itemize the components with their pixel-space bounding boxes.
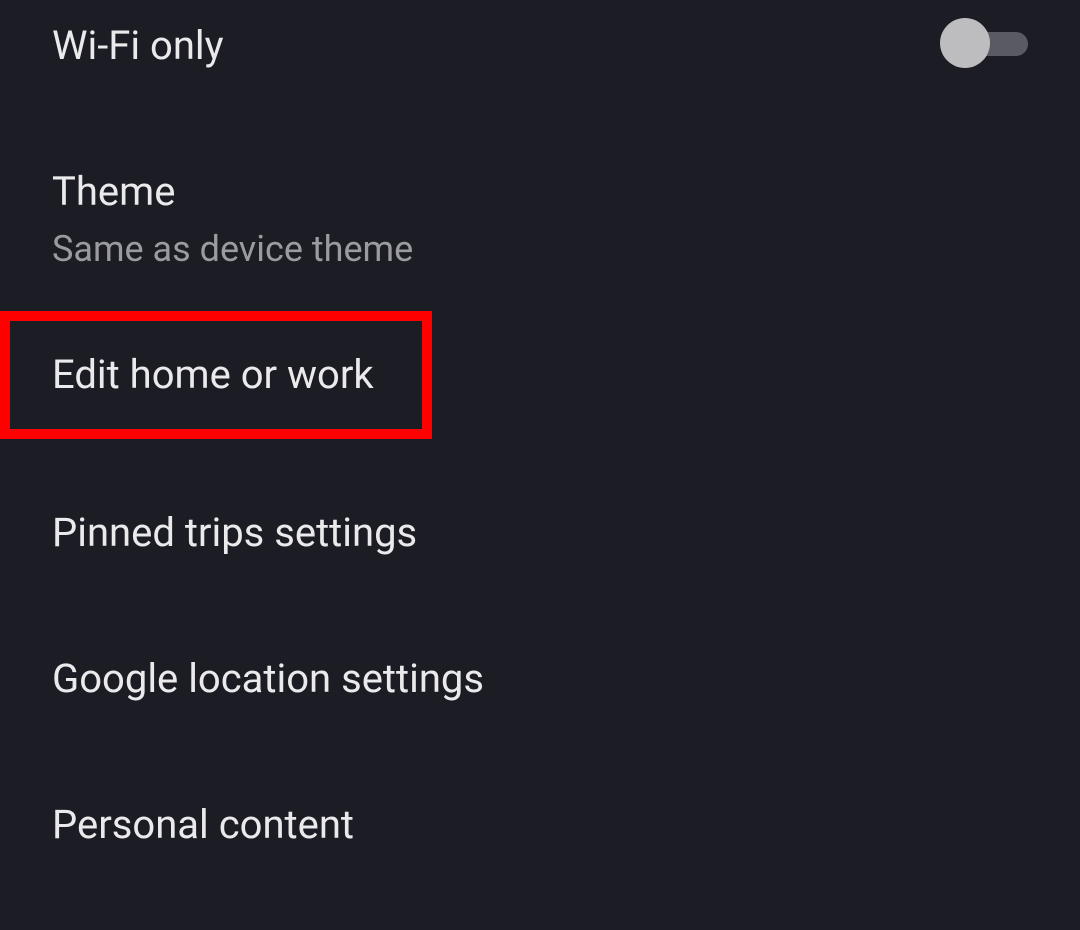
setting-wifi-only[interactable]: Wi-Fi only	[0, 0, 1080, 110]
highlight-annotation: Edit home or work	[0, 311, 432, 439]
theme-label: Theme	[52, 168, 175, 216]
google-location-label: Google location settings	[52, 655, 484, 703]
setting-edit-home-work[interactable]: Edit home or work	[0, 311, 1080, 439]
personal-content-label: Personal content	[52, 801, 354, 849]
setting-theme[interactable]: Theme Same as device theme	[0, 110, 1080, 311]
toggle-knob	[940, 18, 990, 68]
setting-pinned-trips[interactable]: Pinned trips settings	[0, 439, 1080, 597]
setting-personal-content[interactable]: Personal content	[0, 743, 1080, 889]
wifi-only-label: Wi-Fi only	[52, 10, 224, 70]
theme-value: Same as device theme	[52, 228, 413, 271]
setting-google-location[interactable]: Google location settings	[0, 597, 1080, 743]
edit-home-work-label: Edit home or work	[52, 351, 374, 398]
pinned-trips-label: Pinned trips settings	[52, 509, 417, 557]
settings-list: Wi-Fi only Theme Same as device theme Ed…	[0, 0, 1080, 889]
wifi-only-toggle[interactable]	[940, 24, 1028, 62]
